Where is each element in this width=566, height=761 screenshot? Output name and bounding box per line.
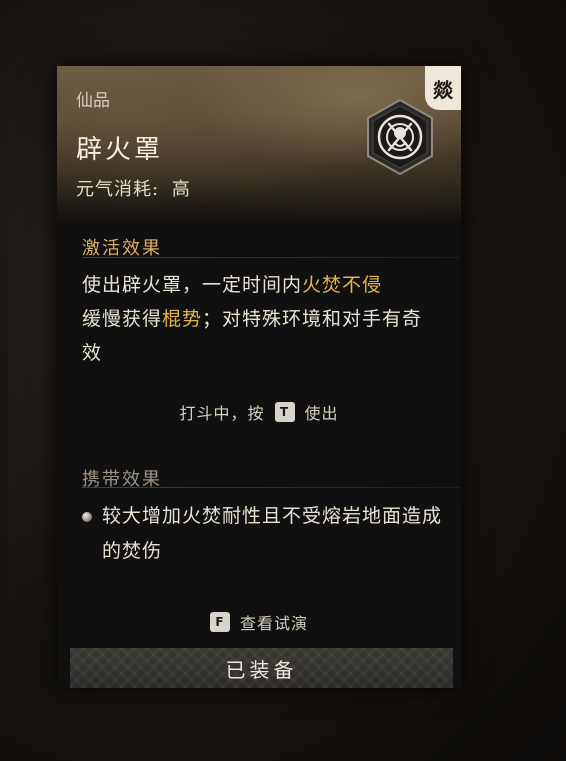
activation-divider <box>82 257 460 258</box>
bullet-icon <box>82 512 92 522</box>
equipped-label: 已装备 <box>225 657 298 682</box>
equipped-button[interactable]: 已装备 <box>70 648 453 688</box>
key-t-icon: T <box>274 402 295 422</box>
activation-text-part-2: 缓慢获得 <box>82 308 163 330</box>
carry-divider <box>82 487 460 488</box>
key-f-icon: F <box>209 612 230 632</box>
activation-effect-text: 使出辟火罩，一定时间内火焚不侵 缓慢获得棍势；对特殊环境和对手有奇效 <box>82 268 442 370</box>
flame-ward-emblem-icon <box>365 98 435 176</box>
mana-cost: 元气消耗: 高 <box>76 175 191 201</box>
mana-cost-label: 元气消耗: <box>76 179 160 200</box>
background-edge <box>0 120 8 720</box>
use-hint: 打斗中，按 T 使出 <box>57 400 461 424</box>
use-hint-prefix: 打斗中，按 <box>179 404 265 423</box>
item-name: 辟火罩 <box>76 135 164 165</box>
activation-highlight-2: 棍势 <box>162 308 203 330</box>
use-hint-suffix: 使出 <box>304 404 339 423</box>
preview-label: 查看试演 <box>239 614 308 633</box>
preview-hint[interactable]: F 查看试演 <box>57 610 461 634</box>
activation-text-part-1: 使出辟火罩，一定时间内 <box>82 274 303 296</box>
rarity-label: 仙品 <box>76 91 110 111</box>
carry-effect-text: 较大增加火焚耐性且不受熔岩地面造成的焚伤 <box>102 505 443 562</box>
item-detail-card: 燚 仙品 辟火罩 元气消耗: 高 激活效果 使出辟火罩，一定时间内火焚不侵 缓慢… <box>57 66 461 688</box>
mana-cost-value: 高 <box>171 179 191 200</box>
activation-highlight-1: 火焚不侵 <box>302 274 383 296</box>
fire-tag-glyph: 燚 <box>433 77 453 102</box>
